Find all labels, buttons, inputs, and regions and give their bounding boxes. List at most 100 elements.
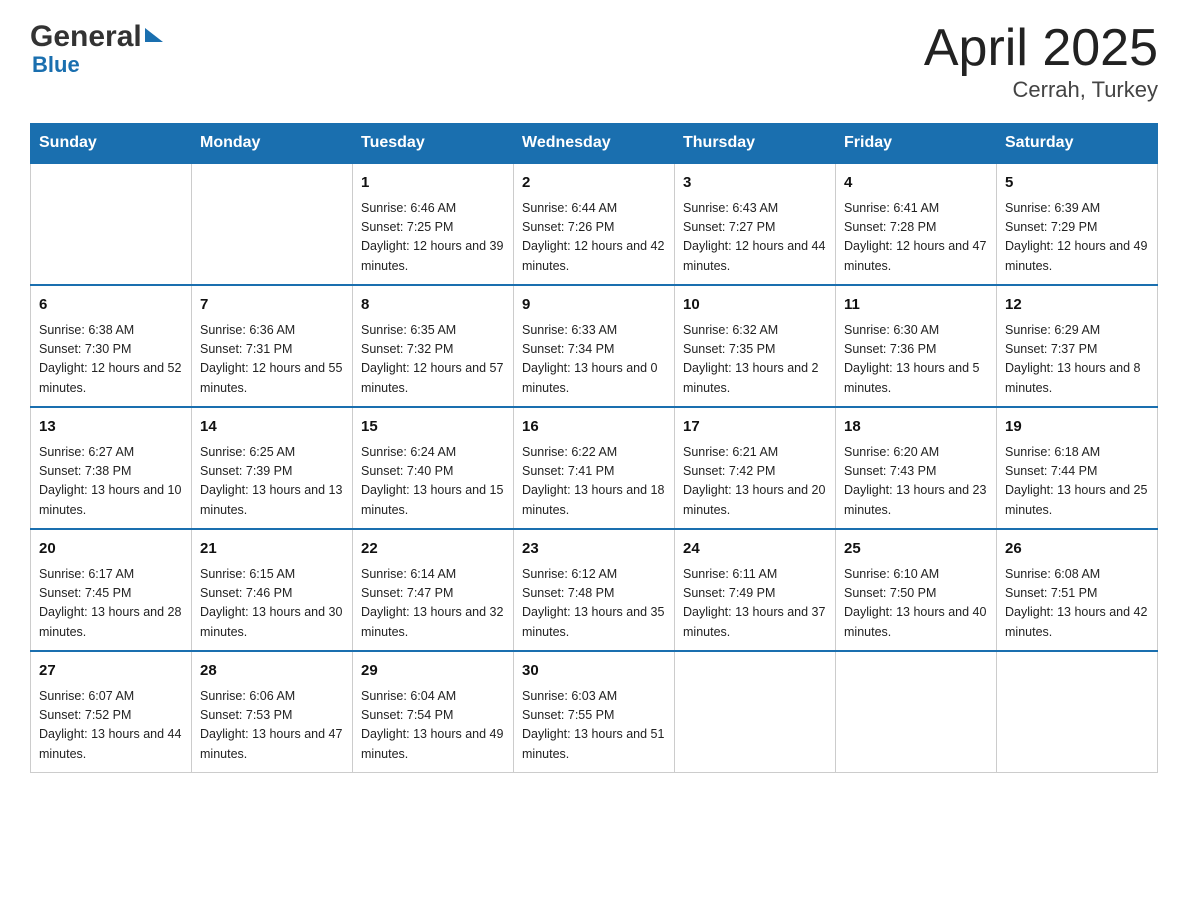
- calendar-cell: 11 Sunrise: 6:30 AMSunset: 7:36 PMDayligh…: [836, 285, 997, 407]
- day-number: 24: [683, 538, 827, 561]
- day-info: Sunrise: 6:43 AMSunset: 7:27 PMDaylight:…: [683, 199, 827, 277]
- day-info: Sunrise: 6:35 AMSunset: 7:32 PMDaylight:…: [361, 321, 505, 399]
- day-number: 6: [39, 294, 183, 317]
- day-of-week-header: Monday: [192, 124, 353, 164]
- day-info: Sunrise: 6:12 AMSunset: 7:48 PMDaylight:…: [522, 565, 666, 643]
- days-of-week-row: SundayMondayTuesdayWednesdayThursdayFrid…: [31, 124, 1158, 164]
- page-title: April 2025: [924, 20, 1158, 77]
- day-number: 16: [522, 416, 666, 439]
- day-info: Sunrise: 6:30 AMSunset: 7:36 PMDaylight:…: [844, 321, 988, 399]
- day-number: 3: [683, 172, 827, 195]
- day-number: 27: [39, 660, 183, 683]
- calendar-cell: 5Sunrise: 6:39 AMSunset: 7:29 PMDaylight…: [997, 163, 1158, 285]
- page-header: General Blue April 2025 Cerrah, Turkey: [30, 20, 1158, 103]
- day-number: 15: [361, 416, 505, 439]
- calendar-cell: 26 Sunrise: 6:08 AMSunset: 7:51 PMDayligh…: [997, 529, 1158, 651]
- day-number: 17: [683, 416, 827, 439]
- calendar-cell: 17 Sunrise: 6:21 AMSunset: 7:42 PMDayligh…: [675, 407, 836, 529]
- day-number: 8: [361, 294, 505, 317]
- calendar-cell: 18 Sunrise: 6:20 AMSunset: 7:43 PMDayligh…: [836, 407, 997, 529]
- day-info: Sunrise: 6:21 AMSunset: 7:42 PMDaylight:…: [683, 443, 827, 521]
- calendar-cell: 15Sunrise: 6:24 AMSunset: 7:40 PMDayligh…: [353, 407, 514, 529]
- calendar-body: 1Sunrise: 6:46 AMSunset: 7:25 PMDaylight…: [31, 163, 1158, 773]
- day-number: 9: [522, 294, 666, 317]
- day-of-week-header: Saturday: [997, 124, 1158, 164]
- day-number: 30: [522, 660, 666, 683]
- calendar-week-row: 6 Sunrise: 6:38 AMSunset: 7:30 PMDaylight…: [31, 285, 1158, 407]
- calendar-cell: 23 Sunrise: 6:12 AMSunset: 7:48 PMDayligh…: [514, 529, 675, 651]
- logo-blue-text: Blue: [30, 52, 80, 78]
- calendar-cell: [997, 651, 1158, 773]
- calendar-cell: 22 Sunrise: 6:14 AMSunset: 7:47 PMDayligh…: [353, 529, 514, 651]
- day-info: Sunrise: 6:27 AMSunset: 7:38 PMDaylight:…: [39, 443, 183, 521]
- day-info: Sunrise: 6:46 AMSunset: 7:25 PMDaylight:…: [361, 199, 505, 277]
- calendar-cell: 8 Sunrise: 6:35 AMSunset: 7:32 PMDaylight…: [353, 285, 514, 407]
- day-number: 11: [844, 294, 988, 317]
- day-of-week-header: Friday: [836, 124, 997, 164]
- day-number: 13: [39, 416, 183, 439]
- calendar-cell: 1Sunrise: 6:46 AMSunset: 7:25 PMDaylight…: [353, 163, 514, 285]
- day-number: 5: [1005, 172, 1149, 195]
- calendar-cell: [836, 651, 997, 773]
- day-info: Sunrise: 6:10 AMSunset: 7:50 PMDaylight:…: [844, 565, 988, 643]
- day-info: Sunrise: 6:38 AMSunset: 7:30 PMDaylight:…: [39, 321, 183, 399]
- calendar-cell: 28 Sunrise: 6:06 AMSunset: 7:53 PMDayligh…: [192, 651, 353, 773]
- calendar-cell: 13 Sunrise: 6:27 AMSunset: 7:38 PMDayligh…: [31, 407, 192, 529]
- calendar-cell: 4 Sunrise: 6:41 AMSunset: 7:28 PMDaylight…: [836, 163, 997, 285]
- day-info: Sunrise: 6:41 AMSunset: 7:28 PMDaylight:…: [844, 199, 988, 277]
- calendar-cell: [192, 163, 353, 285]
- calendar-cell: 2Sunrise: 6:44 AMSunset: 7:26 PMDaylight…: [514, 163, 675, 285]
- day-info: Sunrise: 6:32 AMSunset: 7:35 PMDaylight:…: [683, 321, 827, 399]
- calendar-cell: 27 Sunrise: 6:07 AMSunset: 7:52 PMDayligh…: [31, 651, 192, 773]
- calendar-cell: 10 Sunrise: 6:32 AMSunset: 7:35 PMDayligh…: [675, 285, 836, 407]
- day-number: 19: [1005, 416, 1149, 439]
- calendar-cell: 12 Sunrise: 6:29 AMSunset: 7:37 PMDayligh…: [997, 285, 1158, 407]
- day-info: Sunrise: 6:22 AMSunset: 7:41 PMDaylight:…: [522, 443, 666, 521]
- day-info: Sunrise: 6:06 AMSunset: 7:53 PMDaylight:…: [200, 687, 344, 765]
- calendar-week-row: 13 Sunrise: 6:27 AMSunset: 7:38 PMDayligh…: [31, 407, 1158, 529]
- day-number: 28: [200, 660, 344, 683]
- day-number: 2: [522, 172, 666, 195]
- calendar-cell: 30 Sunrise: 6:03 AMSunset: 7:55 PMDayligh…: [514, 651, 675, 773]
- day-of-week-header: Tuesday: [353, 124, 514, 164]
- day-number: 26: [1005, 538, 1149, 561]
- day-info: Sunrise: 6:36 AMSunset: 7:31 PMDaylight:…: [200, 321, 344, 399]
- day-of-week-header: Thursday: [675, 124, 836, 164]
- day-number: 4: [844, 172, 988, 195]
- day-info: Sunrise: 6:33 AMSunset: 7:34 PMDaylight:…: [522, 321, 666, 399]
- day-number: 18: [844, 416, 988, 439]
- page-subtitle: Cerrah, Turkey: [924, 77, 1158, 103]
- day-info: Sunrise: 6:20 AMSunset: 7:43 PMDaylight:…: [844, 443, 988, 521]
- day-number: 12: [1005, 294, 1149, 317]
- day-number: 7: [200, 294, 344, 317]
- calendar-cell: 16 Sunrise: 6:22 AMSunset: 7:41 PMDayligh…: [514, 407, 675, 529]
- calendar-cell: 19Sunrise: 6:18 AMSunset: 7:44 PMDayligh…: [997, 407, 1158, 529]
- calendar-cell: 9 Sunrise: 6:33 AMSunset: 7:34 PMDaylight…: [514, 285, 675, 407]
- day-of-week-header: Sunday: [31, 124, 192, 164]
- calendar-cell: 6 Sunrise: 6:38 AMSunset: 7:30 PMDaylight…: [31, 285, 192, 407]
- calendar-week-row: 20 Sunrise: 6:17 AMSunset: 7:45 PMDayligh…: [31, 529, 1158, 651]
- day-number: 20: [39, 538, 183, 561]
- day-number: 10: [683, 294, 827, 317]
- day-number: 23: [522, 538, 666, 561]
- calendar-cell: 7 Sunrise: 6:36 AMSunset: 7:31 PMDaylight…: [192, 285, 353, 407]
- calendar-cell: 24 Sunrise: 6:11 AMSunset: 7:49 PMDayligh…: [675, 529, 836, 651]
- day-number: 25: [844, 538, 988, 561]
- day-info: Sunrise: 6:04 AMSunset: 7:54 PMDaylight:…: [361, 687, 505, 765]
- calendar-week-row: 1Sunrise: 6:46 AMSunset: 7:25 PMDaylight…: [31, 163, 1158, 285]
- logo: General Blue: [30, 20, 163, 78]
- day-info: Sunrise: 6:08 AMSunset: 7:51 PMDaylight:…: [1005, 565, 1149, 643]
- day-info: Sunrise: 6:15 AMSunset: 7:46 PMDaylight:…: [200, 565, 344, 643]
- day-info: Sunrise: 6:07 AMSunset: 7:52 PMDaylight:…: [39, 687, 183, 765]
- calendar-cell: [675, 651, 836, 773]
- day-number: 21: [200, 538, 344, 561]
- day-of-week-header: Wednesday: [514, 124, 675, 164]
- day-info: Sunrise: 6:11 AMSunset: 7:49 PMDaylight:…: [683, 565, 827, 643]
- calendar-cell: 20 Sunrise: 6:17 AMSunset: 7:45 PMDayligh…: [31, 529, 192, 651]
- day-number: 22: [361, 538, 505, 561]
- day-info: Sunrise: 6:29 AMSunset: 7:37 PMDaylight:…: [1005, 321, 1149, 399]
- day-info: Sunrise: 6:17 AMSunset: 7:45 PMDaylight:…: [39, 565, 183, 643]
- day-info: Sunrise: 6:14 AMSunset: 7:47 PMDaylight:…: [361, 565, 505, 643]
- day-info: Sunrise: 6:03 AMSunset: 7:55 PMDaylight:…: [522, 687, 666, 765]
- logo-general-text: General: [30, 20, 142, 54]
